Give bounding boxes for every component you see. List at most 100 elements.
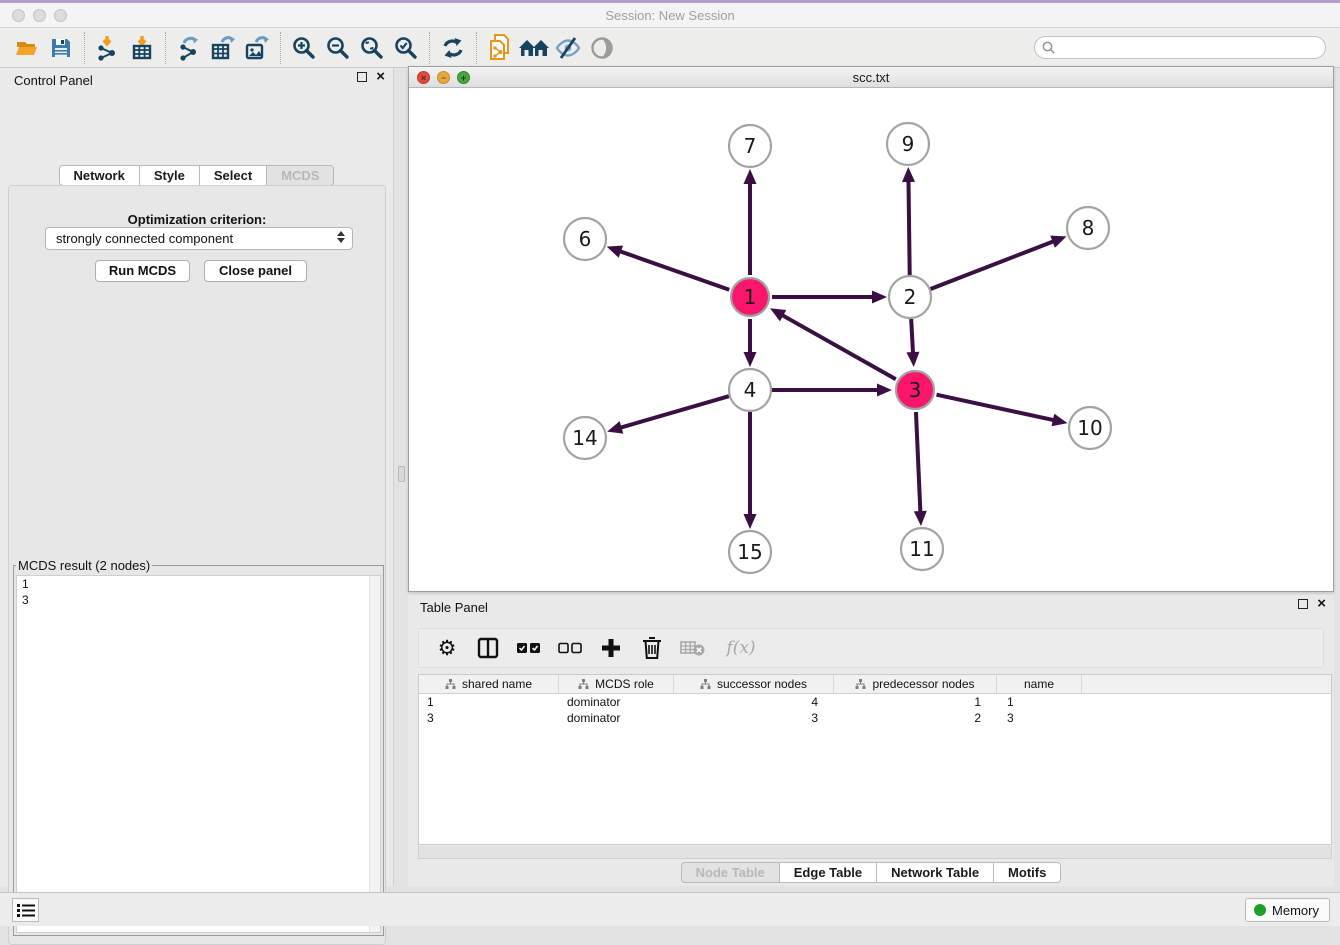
open-file-icon — [14, 35, 40, 61]
run-mcds-button[interactable]: Run MCDS — [95, 260, 190, 282]
optimization-criterion-select[interactable]: strongly connected component — [45, 227, 353, 250]
edge-3-10[interactable] — [936, 395, 1055, 421]
network-graph[interactable]: 7968124314101511 — [409, 88, 1333, 591]
tab-select[interactable]: Select — [200, 165, 267, 186]
save-session-button[interactable] — [44, 31, 78, 65]
column-header-name[interactable]: name — [997, 675, 1082, 693]
network-overview-button[interactable] — [517, 31, 551, 65]
table-row[interactable]: 1 dominator 4 1 1 — [419, 694, 1331, 710]
edge-1-6[interactable] — [618, 251, 729, 290]
search-input[interactable] — [1057, 41, 1307, 55]
close-panel-button[interactable]: Close panel — [204, 260, 307, 282]
result-line: 1 — [17, 576, 380, 592]
close-panel-icon[interactable]: × — [1317, 599, 1326, 609]
gear-button[interactable]: ⚙ — [434, 635, 460, 661]
network-window-titlebar[interactable]: × − + scc.txt — [409, 67, 1333, 88]
open-file-button[interactable] — [10, 31, 44, 65]
tab-mcds[interactable]: MCDS — [267, 165, 334, 186]
export-network-button[interactable] — [172, 31, 206, 65]
select-all-button[interactable] — [516, 635, 542, 661]
cell-name: 3 — [997, 710, 1082, 726]
cell-mcds-role: dominator — [559, 710, 674, 726]
panel-divider-handle[interactable] — [398, 466, 405, 482]
first-neighbors-button[interactable] — [436, 31, 470, 65]
float-panel-icon[interactable] — [357, 72, 367, 82]
delete-button[interactable] — [639, 635, 665, 661]
edge-2-8[interactable] — [931, 241, 1056, 289]
column-type-icon — [578, 679, 589, 690]
tab-motifs[interactable]: Motifs — [994, 862, 1061, 883]
graph-node-label: 11 — [909, 537, 934, 561]
tab-network[interactable]: Network — [59, 165, 140, 186]
zoom-in-button[interactable] — [287, 31, 321, 65]
network-overview-icon — [518, 36, 550, 60]
dropdown-selected-value: strongly connected component — [56, 231, 233, 246]
column-header-successor-nodes[interactable]: successor nodes — [674, 675, 834, 693]
tab-node-table[interactable]: Node Table — [681, 862, 780, 883]
select-all-icon — [517, 642, 541, 654]
hide-selected-icon — [554, 35, 582, 61]
graph-node-label: 15 — [737, 540, 762, 564]
column-layout-button[interactable] — [475, 635, 501, 661]
add-column-button[interactable] — [598, 635, 624, 661]
arrowhead-icon — [607, 245, 623, 257]
close-panel-icon[interactable]: × — [376, 72, 385, 82]
mcds-panel: Optimization criterion: strongly connect… — [8, 185, 386, 945]
mcds-result-list[interactable]: 1 3 — [16, 575, 381, 933]
export-table-button[interactable] — [206, 31, 240, 65]
graph-node-label: 7 — [744, 134, 757, 158]
deselect-all-icon — [558, 642, 582, 654]
edge-2-3[interactable] — [911, 319, 913, 355]
app-titlebar: Session: New Session — [0, 3, 1340, 28]
tab-style[interactable]: Style — [140, 165, 200, 186]
mcds-result-title: MCDS result (2 nodes) — [16, 558, 152, 573]
cell-name: 1 — [997, 694, 1082, 710]
search-icon — [1041, 40, 1057, 56]
export-network-icon — [176, 35, 202, 61]
import-table-button[interactable] — [125, 31, 159, 65]
status-bar: Memory — [0, 892, 1340, 926]
search-field[interactable] — [1034, 36, 1326, 59]
arrowhead-icon — [914, 511, 927, 526]
edge-3-11[interactable] — [916, 412, 920, 514]
import-network-button[interactable] — [91, 31, 125, 65]
export-image-button[interactable] — [240, 31, 274, 65]
control-panel-tabs: Network Style Select MCDS — [0, 165, 393, 186]
edge-3-1[interactable] — [780, 314, 895, 379]
table-horizontal-scrollbar[interactable] — [418, 846, 1332, 859]
network-canvas[interactable]: 7968124314101511 — [409, 88, 1333, 591]
edge-2-9[interactable] — [908, 179, 909, 275]
function-builder-button[interactable]: f(x) — [721, 635, 761, 661]
tab-network-table[interactable]: Network Table — [877, 862, 994, 883]
zoom-in-icon — [291, 35, 317, 61]
column-header-shared-name[interactable]: shared name — [419, 675, 559, 693]
show-all-button[interactable] — [585, 31, 619, 65]
column-header-mcds-role[interactable]: MCDS role — [559, 675, 674, 693]
deselect-all-button[interactable] — [557, 635, 583, 661]
app-title: Session: New Session — [0, 8, 1340, 23]
result-scrollbar[interactable] — [369, 576, 380, 932]
zoom-selected-button[interactable] — [389, 31, 423, 65]
mcds-result-group: MCDS result (2 nodes) 1 3 — [13, 558, 384, 936]
zoom-out-button[interactable] — [321, 31, 355, 65]
optimization-criterion-label: Optimization criterion: — [9, 212, 385, 227]
first-neighbors-icon — [440, 35, 466, 61]
task-history-button[interactable] — [12, 898, 39, 922]
graph-node-label: 14 — [572, 426, 597, 450]
add-column-icon — [600, 637, 622, 659]
tab-edge-table[interactable]: Edge Table — [780, 862, 877, 883]
delete-table-button[interactable] — [680, 635, 706, 661]
float-panel-icon[interactable] — [1298, 599, 1308, 609]
column-header-predecessor-nodes[interactable]: predecessor nodes — [834, 675, 997, 693]
duplicate-network-button[interactable] — [483, 31, 517, 65]
zoom-out-icon — [325, 35, 351, 61]
edge-4-14[interactable] — [619, 396, 729, 428]
zoom-fit-button[interactable] — [355, 31, 389, 65]
graph-node-label: 9 — [902, 132, 915, 156]
toolbar-separator — [429, 32, 430, 64]
hide-selected-button[interactable] — [551, 31, 585, 65]
node-table[interactable]: shared name MCDS role successor nodes pr… — [418, 674, 1332, 845]
import-network-icon — [95, 35, 121, 61]
memory-button[interactable]: Memory — [1245, 898, 1330, 922]
table-row[interactable]: 3 dominator 3 2 3 — [419, 710, 1331, 726]
